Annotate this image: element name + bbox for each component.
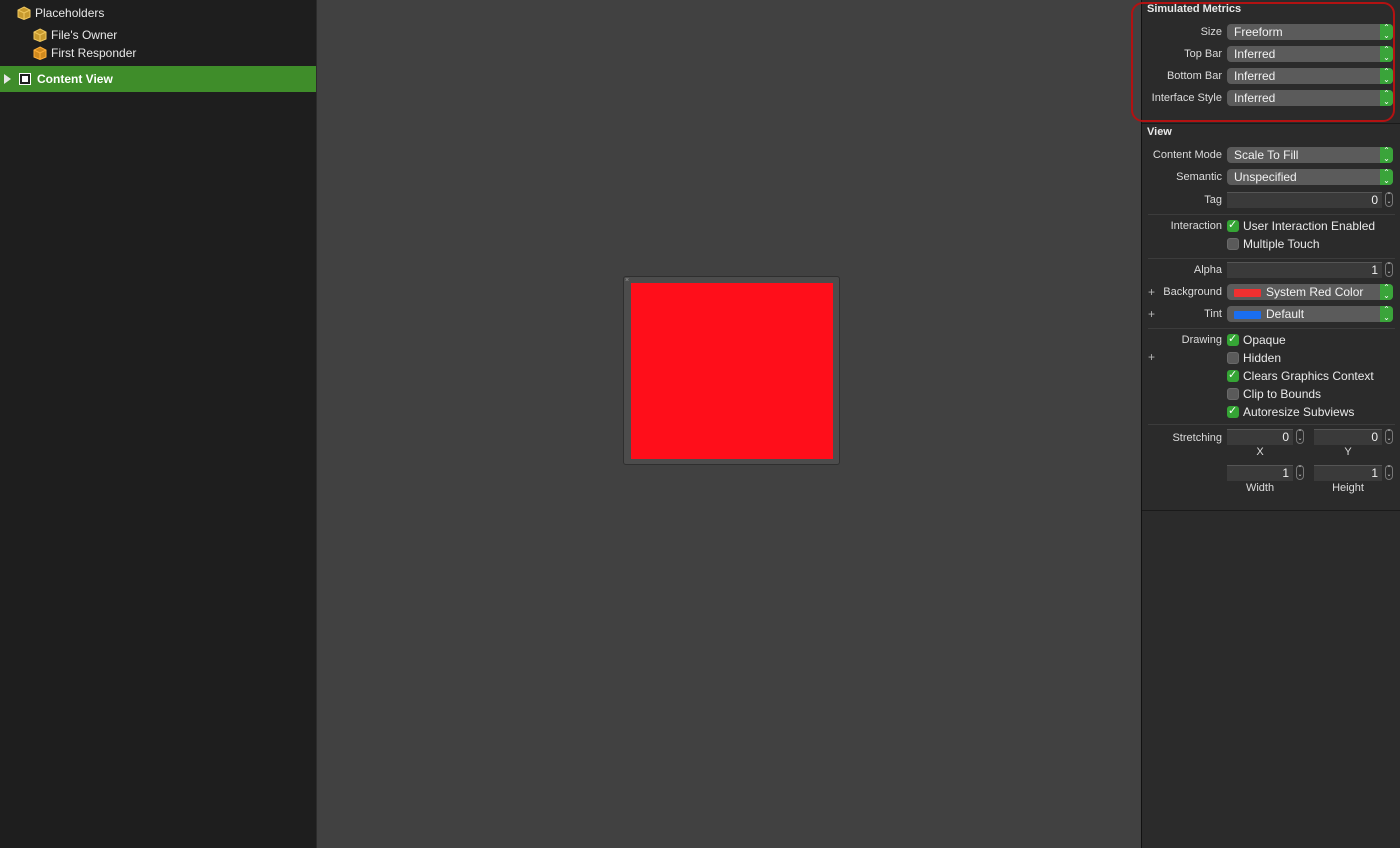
outline-item-label: Placeholders: [35, 6, 105, 20]
clip-bounds-checkbox[interactable]: [1227, 388, 1239, 400]
tag-stepper[interactable]: ⌃ ⌄: [1385, 192, 1393, 207]
clears-graphics-checkbox[interactable]: [1227, 368, 1239, 382]
clip-bounds-label: Clip to Bounds: [1243, 387, 1322, 401]
red-color-swatch: [1234, 288, 1261, 297]
outline-item-placeholders[interactable]: Placeholders: [17, 3, 104, 23]
background-label: Background: [1163, 286, 1222, 298]
outline-item-files-owner[interactable]: File's Owner: [33, 25, 117, 45]
content-mode-value: Scale To Fill: [1234, 148, 1299, 162]
chevron-up-down-icon: ⌃ ⌄: [1380, 147, 1393, 163]
stretch-height-stepper[interactable]: ⌃ ⌄: [1385, 465, 1393, 480]
background-color-popup[interactable]: System Red Color ⌃ ⌄: [1227, 284, 1393, 300]
tint-value: Default: [1266, 307, 1305, 321]
attributes-inspector: Simulated Metrics Size Freeform ⌃ ⌄ Top B…: [1141, 0, 1400, 848]
multiple-touch-label: Multiple Touch: [1243, 237, 1320, 251]
cube-icon: [17, 6, 31, 20]
stretch-y-field[interactable]: 0: [1314, 429, 1382, 445]
view-icon: [19, 73, 31, 85]
interaction-label: Interaction: [1170, 220, 1222, 232]
divider: [1148, 328, 1395, 329]
section-title-view: View: [1147, 126, 1172, 138]
tint-color-popup[interactable]: Default ⌃ ⌄: [1227, 306, 1393, 322]
stretch-y-stepper[interactable]: ⌃ ⌄: [1385, 429, 1393, 444]
content-view-frame[interactable]: ×: [623, 276, 840, 465]
stretch-x-stepper[interactable]: ⌃ ⌄: [1296, 429, 1304, 444]
user-interaction-label: User Interaction Enabled: [1243, 219, 1376, 233]
hidden-label: Hidden: [1243, 351, 1282, 365]
document-outline: Placeholders File's Owner First Responde…: [0, 0, 317, 848]
add-variation-icon[interactable]: +: [1148, 350, 1155, 364]
divider: [1148, 424, 1395, 425]
semantic-popup[interactable]: Unspecified ⌃ ⌄: [1227, 169, 1393, 185]
alpha-stepper[interactable]: ⌃ ⌄: [1385, 262, 1393, 277]
first-responder-cube-icon: [33, 46, 47, 60]
alpha-field[interactable]: 1: [1227, 262, 1382, 278]
hidden-checkbox[interactable]: [1227, 352, 1239, 364]
clears-graphics-label: Clears Graphics Context: [1243, 369, 1374, 383]
cube-icon: [33, 28, 47, 42]
stretch-y-label: Y: [1344, 446, 1352, 458]
content-mode-popup[interactable]: Scale To Fill ⌃ ⌄: [1227, 147, 1393, 163]
content-mode-label: Content Mode: [1152, 149, 1222, 161]
section-divider: [1142, 510, 1400, 511]
blue-color-swatch: [1234, 310, 1261, 319]
stretch-height-field[interactable]: 1: [1314, 465, 1382, 481]
stretch-width-label: Width: [1245, 482, 1275, 494]
stretch-x-label: X: [1256, 446, 1264, 458]
outline-item-content-view[interactable]: Content View: [0, 66, 316, 92]
close-icon[interactable]: ×: [625, 277, 630, 284]
tint-label: Tint: [1204, 308, 1222, 320]
outline-item-label: File's Owner: [51, 28, 118, 42]
stretch-x-field[interactable]: 0: [1227, 429, 1293, 445]
divider: [1148, 258, 1395, 259]
tag-field[interactable]: 0: [1227, 192, 1382, 208]
outline-item-label: First Responder: [51, 46, 137, 60]
stretching-label: Stretching: [1172, 432, 1222, 444]
alpha-label: Alpha: [1193, 264, 1222, 276]
semantic-label: Semantic: [1176, 171, 1222, 183]
background-value: System Red Color: [1266, 285, 1364, 299]
stretch-width-field[interactable]: 1: [1227, 465, 1293, 481]
chevron-up-down-icon: ⌃ ⌄: [1380, 169, 1393, 185]
chevron-up-down-icon: ⌃ ⌄: [1380, 306, 1393, 322]
semantic-value: Unspecified: [1234, 170, 1297, 184]
opaque-checkbox[interactable]: [1227, 332, 1239, 346]
stretch-height-label: Height: [1332, 482, 1364, 494]
opaque-label: Opaque: [1243, 333, 1286, 347]
section-divider: [1142, 123, 1400, 124]
tag-label: Tag: [1204, 194, 1222, 206]
content-view[interactable]: [631, 283, 833, 459]
disclosure-triangle-icon[interactable]: [4, 74, 11, 84]
interface-builder-canvas[interactable]: ×: [317, 0, 1141, 848]
autoresize-label: Autoresize Subviews: [1243, 405, 1355, 419]
outline-item-label: Content View: [37, 72, 113, 86]
divider: [1148, 214, 1395, 215]
multiple-touch-checkbox[interactable]: [1227, 238, 1239, 250]
stretch-width-stepper[interactable]: ⌃ ⌄: [1296, 465, 1304, 480]
outline-item-first-responder[interactable]: First Responder: [33, 43, 136, 63]
annotation-highlight: [1131, 2, 1395, 122]
user-interaction-checkbox[interactable]: [1227, 218, 1239, 232]
autoresize-checkbox[interactable]: [1227, 404, 1239, 418]
chevron-up-down-icon: ⌃ ⌄: [1380, 284, 1393, 300]
drawing-label: Drawing: [1181, 334, 1222, 346]
